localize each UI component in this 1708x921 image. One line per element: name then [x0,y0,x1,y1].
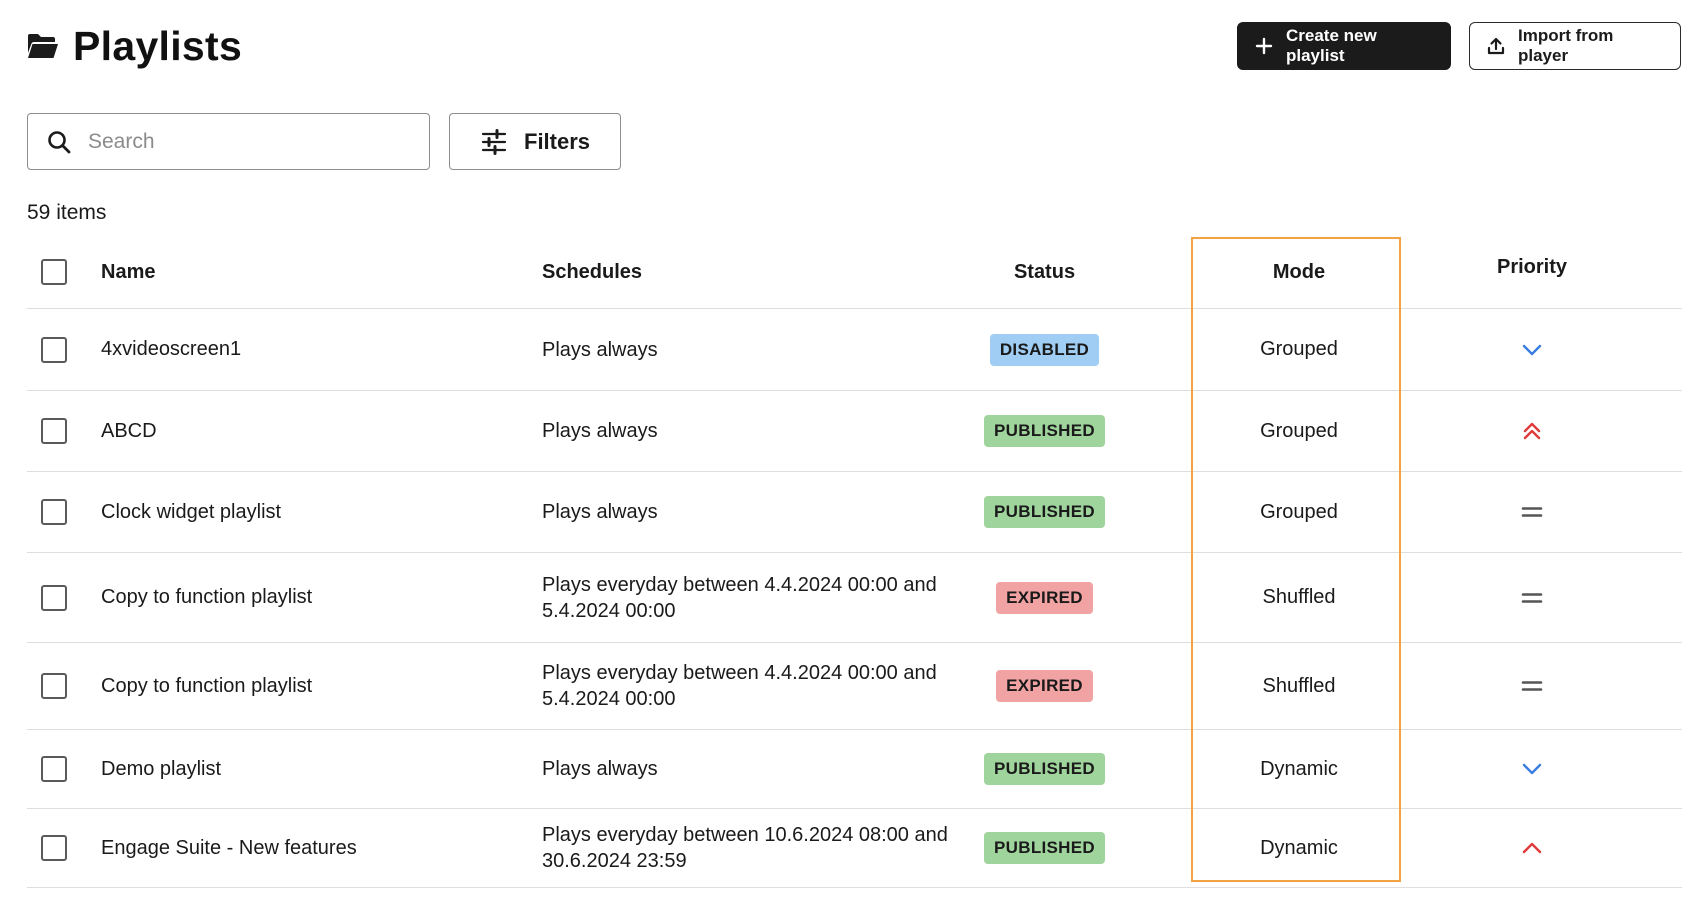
row-select-cell [41,643,69,729]
playlist-name[interactable]: Copy to function playlist [101,553,521,642]
status-badge: DISABLED [989,333,1100,366]
item-count: 59 items [27,201,107,224]
status-cell: PUBLISHED [952,730,1137,808]
playlist-name[interactable]: Copy to function playlist [101,643,521,729]
status-badge: EXPIRED [996,670,1093,702]
row-checkbox[interactable] [41,673,67,699]
status-cell: EXPIRED [952,553,1137,642]
search-input[interactable] [88,129,388,154]
status-badge: PUBLISHED [984,753,1105,785]
playlist-mode: Shuffled [1262,586,1336,608]
table-row[interactable]: Copy to function playlist Plays everyday… [27,553,1682,643]
header-actions: Create new playlist Import from player [1237,22,1681,70]
playlist-mode: Grouped [1260,419,1338,442]
table-row[interactable]: Copy to function playlist Plays everyday… [27,643,1682,730]
chevron-down-icon [1519,756,1545,782]
chevron-up-icon [1519,835,1545,861]
column-header-mode[interactable]: Mode [1194,236,1404,308]
search-box[interactable] [27,113,430,170]
row-checkbox[interactable] [41,756,67,782]
row-checkbox[interactable] [41,418,67,444]
column-header-priority[interactable]: Priority [1457,236,1607,308]
playlist-mode: Grouped [1260,500,1338,523]
folder-open-icon [27,33,59,59]
create-playlist-label: Create new playlist [1286,26,1377,65]
status-badge: PUBLISHED [984,832,1105,864]
page-title: Playlists [73,22,243,69]
row-select-cell [41,309,69,390]
priority-cell [1457,472,1607,552]
playlist-schedule: Plays always [542,501,658,523]
row-select-cell [41,730,69,808]
column-header-status[interactable]: Status [952,236,1137,308]
playlist-name[interactable]: 4xvideoscreen1 [101,309,521,390]
status-cell: DISABLED [952,309,1137,390]
column-header-schedules[interactable]: Schedules [542,236,952,308]
row-checkbox[interactable] [41,584,67,611]
row-select-cell [41,472,69,552]
search-icon [46,129,72,155]
status-cell: EXPIRED [952,643,1137,729]
priority-cell [1457,809,1607,887]
priority-cell [1457,643,1607,729]
filters-button[interactable]: Filters [449,113,621,170]
row-select-cell [41,553,69,642]
priority-cell [1457,309,1607,390]
status-cell: PUBLISHED [952,809,1137,887]
table-row[interactable]: Engage Suite - New features Plays everyd… [27,809,1682,888]
import-from-player-label: Import from player [1518,26,1614,65]
status-badge: PUBLISHED [984,415,1105,447]
status-cell: PUBLISHED [952,391,1137,471]
playlist-mode: Dynamic [1260,836,1338,859]
table-row[interactable]: ABCD Plays always PUBLISHED Grouped [27,391,1682,472]
playlist-name[interactable]: Demo playlist [101,730,521,808]
playlist-schedule: Plays everyday between 4.4.2024 00:00 an… [542,662,937,710]
playlist-schedule: Plays everyday between 10.6.2024 08:00 a… [542,824,948,872]
priority-cell [1457,553,1607,642]
table-row[interactable]: Clock widget playlist Plays always PUBLI… [27,472,1682,553]
upload-icon [1486,36,1506,56]
row-checkbox[interactable] [41,336,67,363]
select-all-checkbox[interactable] [41,259,67,285]
row-select-cell [41,391,69,471]
playlist-name[interactable]: Engage Suite - New features [101,809,521,887]
playlist-schedule: Plays always [542,758,658,780]
table-header-row: Name Schedules Status Mode Priority [27,236,1682,309]
plus-icon [1254,36,1274,56]
playlists-table: Name Schedules Status Mode Priority 4xvi… [27,236,1682,888]
import-from-player-button[interactable]: Import from player [1469,22,1681,70]
playlist-name[interactable]: Clock widget playlist [101,472,521,552]
equals-icon [1519,673,1545,699]
status-badge: EXPIRED [996,581,1093,614]
row-checkbox[interactable] [41,499,67,525]
page-header: Playlists Create new playlist Import fro… [27,18,1681,74]
column-header-name[interactable]: Name [101,236,521,308]
playlist-name[interactable]: ABCD [101,391,521,471]
status-badge: PUBLISHED [984,496,1105,528]
filters-label: Filters [524,128,591,154]
status-cell: PUBLISHED [952,472,1137,552]
row-select-cell [41,809,69,887]
create-playlist-button[interactable]: Create new playlist [1237,22,1451,70]
playlist-schedule: Plays everyday between 4.4.2024 00:00 an… [542,573,937,622]
playlist-mode: Grouped [1260,338,1338,360]
row-checkbox[interactable] [41,835,67,861]
playlist-schedule: Plays always [542,338,658,361]
playlist-mode: Shuffled [1262,674,1336,697]
playlist-mode: Dynamic [1260,757,1338,780]
equals-icon [1519,585,1545,611]
playlist-schedule: Plays always [542,420,658,442]
priority-cell [1457,391,1607,471]
double-chevron-up-icon [1519,418,1545,444]
table-row[interactable]: 4xvideoscreen1 Plays always DISABLED Gro… [27,309,1682,391]
equals-icon [1519,499,1545,525]
table-row[interactable]: Demo playlist Plays always PUBLISHED Dyn… [27,730,1682,809]
sliders-icon [480,128,508,156]
select-all-cell [41,236,69,308]
priority-cell [1457,730,1607,808]
chevron-down-icon [1519,337,1545,363]
